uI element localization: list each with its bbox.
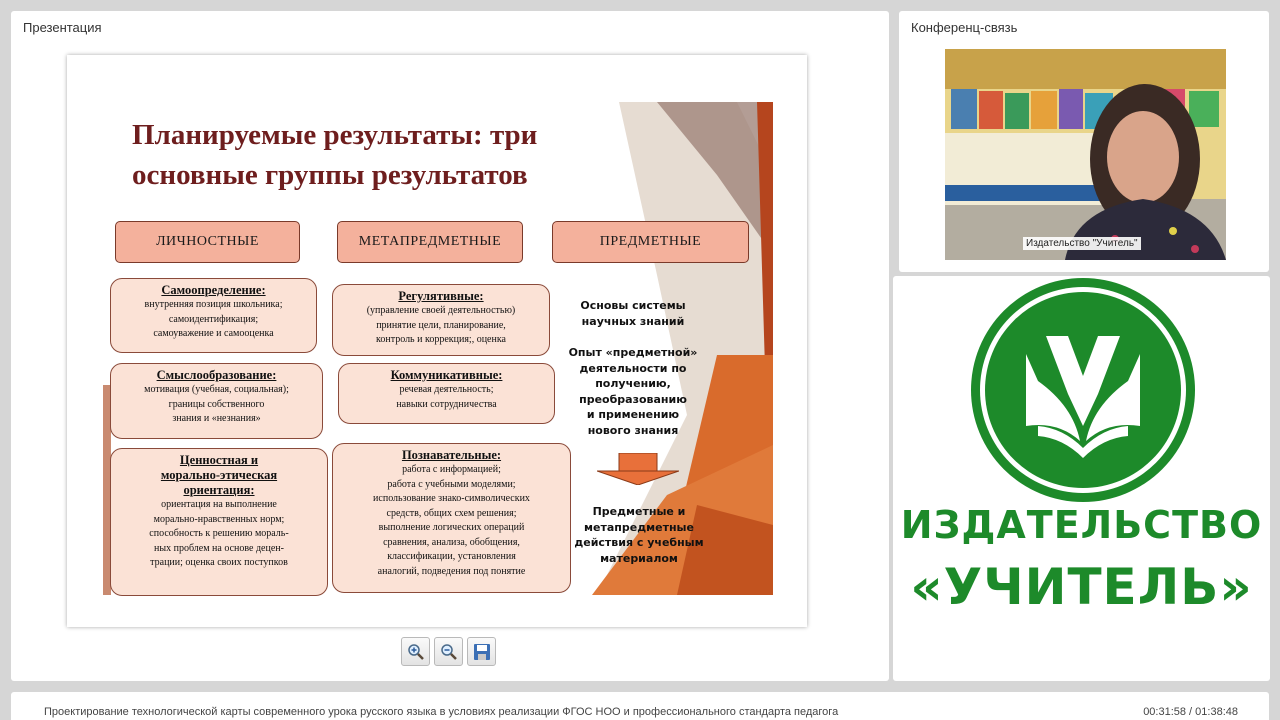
card-self-determination: Самоопределение: внутренняя позиция школ… [110,278,317,353]
zoom-in-button[interactable] [401,637,430,666]
card-body: работа с информацией; работа с учебными … [373,464,530,577]
card-body: мотивация (учебная, социальная); границы… [144,384,289,424]
brand-panel: ИЗДАТЕЛЬСТВО «УЧИТЕЛЬ» [893,276,1270,681]
subject-text-1: Основы системы научных знаний [580,299,686,328]
subject-text-3: Предметные и метапредметные действия с у… [574,505,704,565]
card-body: внутренняя позиция школьника; самоиденти… [144,299,283,339]
header-personal: ЛИЧНОСТНЫЕ [115,221,300,263]
card-body: (управление своей деятельностью) приняти… [366,305,516,345]
conference-panel: Конференц-связь Издательство "Учитель" [899,11,1269,272]
card-meaning-formation: Смыслообразование: мотивация (учебная, с… [110,363,323,439]
arrow-down-icon [597,453,679,485]
slide-title-line1: Планируемые результаты: три [132,119,538,151]
brand-name-line1: ИЗДАТЕЛЬСТВО [900,503,1263,547]
card-title: Коммуникативные: [390,368,503,382]
save-icon [473,643,490,660]
card-cognitive: Познавательные: работа с информацией; ра… [332,443,571,593]
brand-name-line2: «УЧИТЕЛЬ» [910,558,1253,616]
course-title: Проектирование технологической карты сов… [44,706,839,718]
presentation-panel-title: Презентация [23,20,102,35]
slide-toolbar [401,637,496,666]
participant-video [945,49,1226,260]
conference-panel-title: Конференц-связь [911,20,1018,35]
slide: Планируемые результаты: три основные гру… [67,55,807,627]
card-regulatory: Регулятивные: (управление своей деятельн… [332,284,550,356]
header-subject: ПРЕДМЕТНЫЕ [552,221,749,263]
slide-title: Планируемые результаты: три основные гру… [132,115,632,195]
card-communicative: Коммуникативные: речевая деятельность; н… [338,363,555,424]
card-title: Смыслообразование: [156,368,277,382]
card-title: Познавательные: [401,448,502,462]
save-button[interactable] [467,637,496,666]
card-body: речевая деятельность; навыки сотрудничес… [396,384,497,410]
slide-title-line2: основные группы результатов [132,159,528,191]
playback-time: 00:31:58 / 01:38:48 [1143,706,1238,718]
card-title: Регулятивные: [398,289,484,303]
card-value-orientation: Ценностная и морально-этическая ориентац… [110,448,328,596]
presentation-panel: Презентация Планируемые результаты: три … [11,11,889,681]
card-title: Самоопределение: [161,283,266,297]
zoom-out-icon [440,643,457,660]
footer-bar: Проектирование технологической карты сов… [11,692,1269,720]
video-feed[interactable]: Издательство "Учитель" [945,49,1226,260]
participant-name-tag: Издательство "Учитель" [1023,237,1141,250]
header-metasubject: МЕТАПРЕДМЕТНЫЕ [337,221,523,263]
card-body: ориентация на выполнение морально-нравст… [149,499,289,568]
subject-text-2: Опыт «предметной» деятельности по получе… [568,346,698,437]
publisher-logo-icon [971,278,1195,502]
card-title: Ценностная и морально-этическая ориентац… [160,453,278,497]
zoom-out-button[interactable] [434,637,463,666]
zoom-in-icon [407,643,424,660]
